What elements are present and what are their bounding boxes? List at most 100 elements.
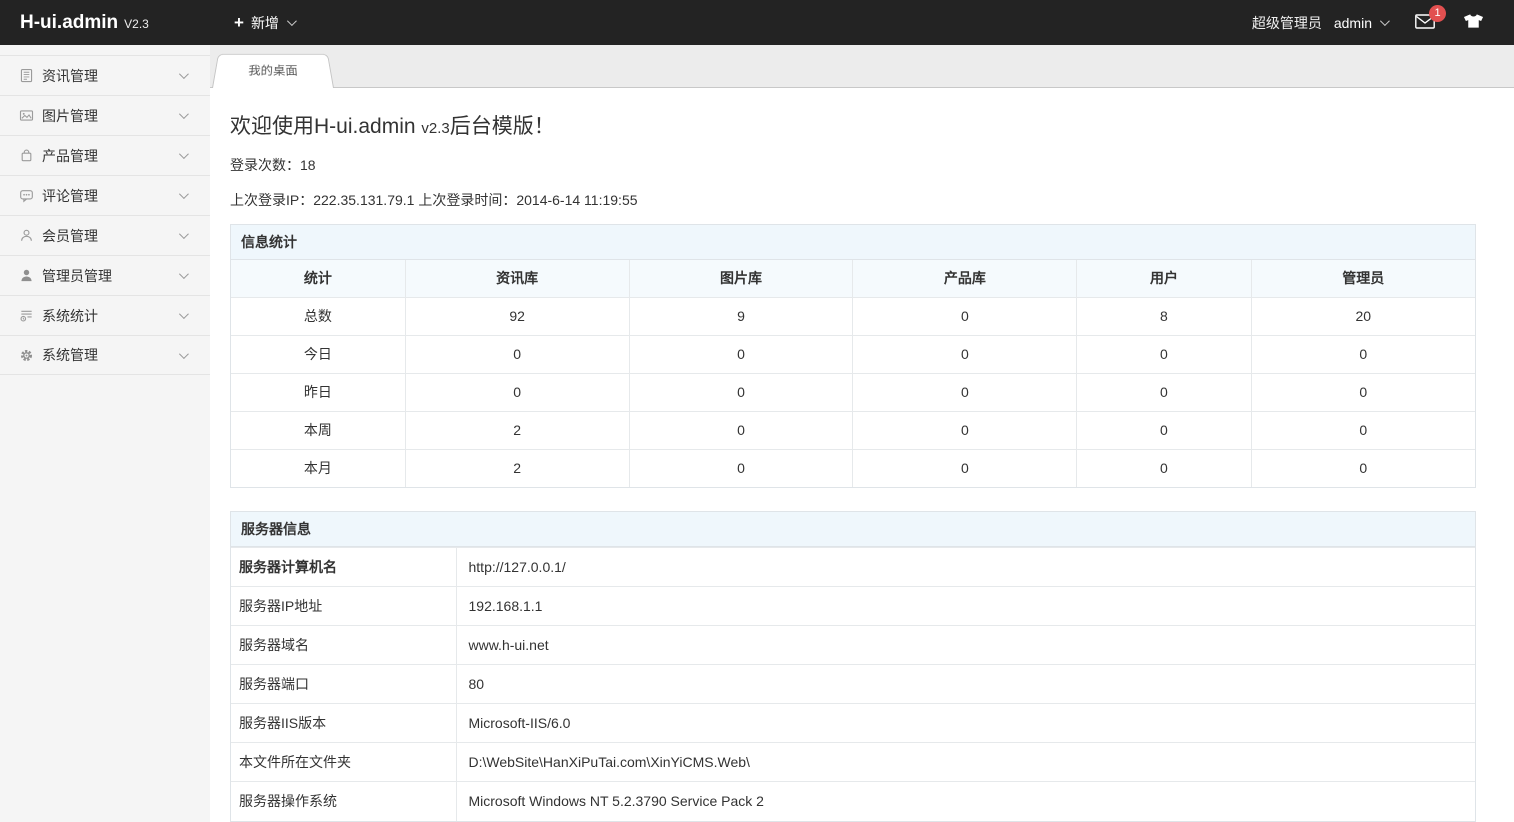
stats-row-label: 本月 <box>231 449 405 487</box>
sidebar-item-label: 系统管理 <box>42 345 179 365</box>
stats-column-header: 统计 <box>231 260 405 297</box>
stats-cell: 0 <box>1251 411 1475 449</box>
table-row: 本周20000 <box>231 411 1475 449</box>
stats-cell: 0 <box>629 449 853 487</box>
app-version: V2.3 <box>124 17 149 31</box>
stats-cell: 0 <box>629 335 853 373</box>
server-row-value: Microsoft-IIS/6.0 <box>456 704 1475 743</box>
sidebar-item-7[interactable]: 系统统计 <box>0 295 210 335</box>
server-table-body: 服务器计算机名http://127.0.0.1/服务器IP地址192.168.1… <box>231 548 1475 821</box>
sidebar-item-6[interactable]: 管理员管理 <box>0 255 210 295</box>
table-row: 昨日00000 <box>231 373 1475 411</box>
stats-row-label: 本周 <box>231 411 405 449</box>
stats-icon <box>18 308 34 324</box>
theme-skin-button[interactable] <box>1463 13 1484 32</box>
user-dropdown[interactable]: admin <box>1334 15 1387 31</box>
table-row: 服务器IP地址192.168.1.1 <box>231 587 1475 626</box>
sidebar-item-5[interactable]: 会员管理 <box>0 215 210 255</box>
stats-column-header: 管理员 <box>1251 260 1475 297</box>
sidebar-item-4[interactable]: 评论管理 <box>0 175 210 215</box>
plus-icon: + <box>234 14 244 31</box>
add-new-button[interactable]: + 新增 <box>234 13 294 33</box>
chevron-down-icon <box>1380 16 1390 26</box>
server-table: 服务器计算机名http://127.0.0.1/服务器IP地址192.168.1… <box>231 547 1475 821</box>
last-time-value: 2014-6-14 11:19:55 <box>516 192 637 208</box>
stats-cell: 0 <box>1077 373 1251 411</box>
server-panel-title: 服务器信息 <box>231 512 1475 547</box>
sidebar-item-1[interactable]: 资讯管理 <box>0 55 210 95</box>
stats-column-header: 用户 <box>1077 260 1251 297</box>
stats-cell: 0 <box>629 411 853 449</box>
welcome-text: 欢迎使用H-ui.admin <box>230 115 421 138</box>
stats-table-head-row: 统计资讯库图片库产品库用户管理员 <box>231 260 1475 297</box>
stats-cell: 0 <box>405 373 629 411</box>
stats-column-header: 资讯库 <box>405 260 629 297</box>
product-icon <box>18 148 34 164</box>
login-count-label: 登录次数： <box>230 157 300 173</box>
stats-cell: 0 <box>1077 335 1251 373</box>
sidebar-item-label: 图片管理 <box>42 106 179 126</box>
messages-button[interactable]: 1 <box>1415 14 1435 32</box>
sidebar-item-2[interactable]: 图片管理 <box>0 95 210 135</box>
chevron-down-icon <box>179 149 189 159</box>
picture-icon <box>18 108 34 124</box>
app-logo[interactable]: H-ui.admin V2.3 <box>0 12 210 34</box>
chevron-down-icon <box>179 109 189 119</box>
message-count-badge: 1 <box>1429 5 1446 22</box>
server-row-value: http://127.0.0.1/ <box>456 548 1475 587</box>
tshirt-icon <box>1463 13 1484 32</box>
last-login-line: 上次登录IP：222.35.131.79.1 上次登录时间：2014-6-14 … <box>230 190 1476 210</box>
server-row-label: 服务器操作系统 <box>231 782 456 821</box>
top-header: H-ui.admin V2.3 + 新增 超级管理员 admin 1 <box>0 0 1514 45</box>
table-row: 服务器IIS版本Microsoft-IIS/6.0 <box>231 704 1475 743</box>
admin-user-icon <box>18 268 34 284</box>
sidebar-item-8[interactable]: 系统管理 <box>0 335 210 375</box>
stats-cell: 0 <box>405 335 629 373</box>
sidebar: 资讯管理图片管理产品管理评论管理会员管理管理员管理系统统计系统管理 <box>0 45 210 822</box>
welcome-suffix: 后台模版！ <box>450 115 555 138</box>
chevron-down-icon <box>179 229 189 239</box>
stats-cell: 0 <box>853 297 1077 335</box>
server-row-label: 服务器端口 <box>231 665 456 704</box>
sidebar-item-label: 资讯管理 <box>42 66 179 86</box>
stats-cell: 0 <box>853 373 1077 411</box>
chevron-down-icon <box>287 16 297 26</box>
stats-table-body: 总数9290820今日00000昨日00000本周20000本月20000 <box>231 297 1475 487</box>
table-row: 服务器端口80 <box>231 665 1475 704</box>
chevron-down-icon <box>179 69 189 79</box>
server-row-value: 192.168.1.1 <box>456 587 1475 626</box>
tab-my-desktop[interactable]: 我的桌面 <box>212 54 334 88</box>
page-title: 欢迎使用H-ui.admin v2.3后台模版！ <box>230 110 1476 140</box>
chevron-down-icon <box>179 269 189 279</box>
server-row-value: Microsoft Windows NT 5.2.3790 Service Pa… <box>456 782 1475 821</box>
table-row: 本月20000 <box>231 449 1475 487</box>
stats-cell: 2 <box>405 449 629 487</box>
stats-panel-title: 信息统计 <box>231 225 1475 260</box>
stats-panel: 信息统计 统计资讯库图片库产品库用户管理员 总数9290820今日00000昨日… <box>230 224 1476 488</box>
stats-cell: 8 <box>1077 297 1251 335</box>
table-row: 总数9290820 <box>231 297 1475 335</box>
tab-bar: 我的桌面 <box>210 45 1514 88</box>
chevron-down-icon <box>179 309 189 319</box>
last-ip-value: 222.35.131.79.1 <box>313 192 418 208</box>
stats-row-label: 昨日 <box>231 373 405 411</box>
user-role-label: 超级管理员 <box>1252 13 1322 33</box>
stats-cell: 0 <box>629 373 853 411</box>
stats-cell: 0 <box>1251 449 1475 487</box>
server-row-label: 服务器IIS版本 <box>231 704 456 743</box>
sidebar-item-3[interactable]: 产品管理 <box>0 135 210 175</box>
table-row: 服务器计算机名http://127.0.0.1/ <box>231 548 1475 587</box>
chevron-down-icon <box>179 349 189 359</box>
server-row-label: 本文件所在文件夹 <box>231 743 456 782</box>
stats-row-label: 总数 <box>231 297 405 335</box>
gear-icon <box>18 347 34 363</box>
comment-icon <box>18 188 34 204</box>
member-icon <box>18 228 34 244</box>
sidebar-menu: 资讯管理图片管理产品管理评论管理会员管理管理员管理系统统计系统管理 <box>0 55 210 375</box>
server-row-label: 服务器计算机名 <box>231 548 456 587</box>
app-title: H-ui.admin <box>20 12 118 34</box>
sidebar-item-label: 产品管理 <box>42 146 179 166</box>
server-row-value: 80 <box>456 665 1475 704</box>
sidebar-item-label: 评论管理 <box>42 186 179 206</box>
stats-cell: 0 <box>853 449 1077 487</box>
